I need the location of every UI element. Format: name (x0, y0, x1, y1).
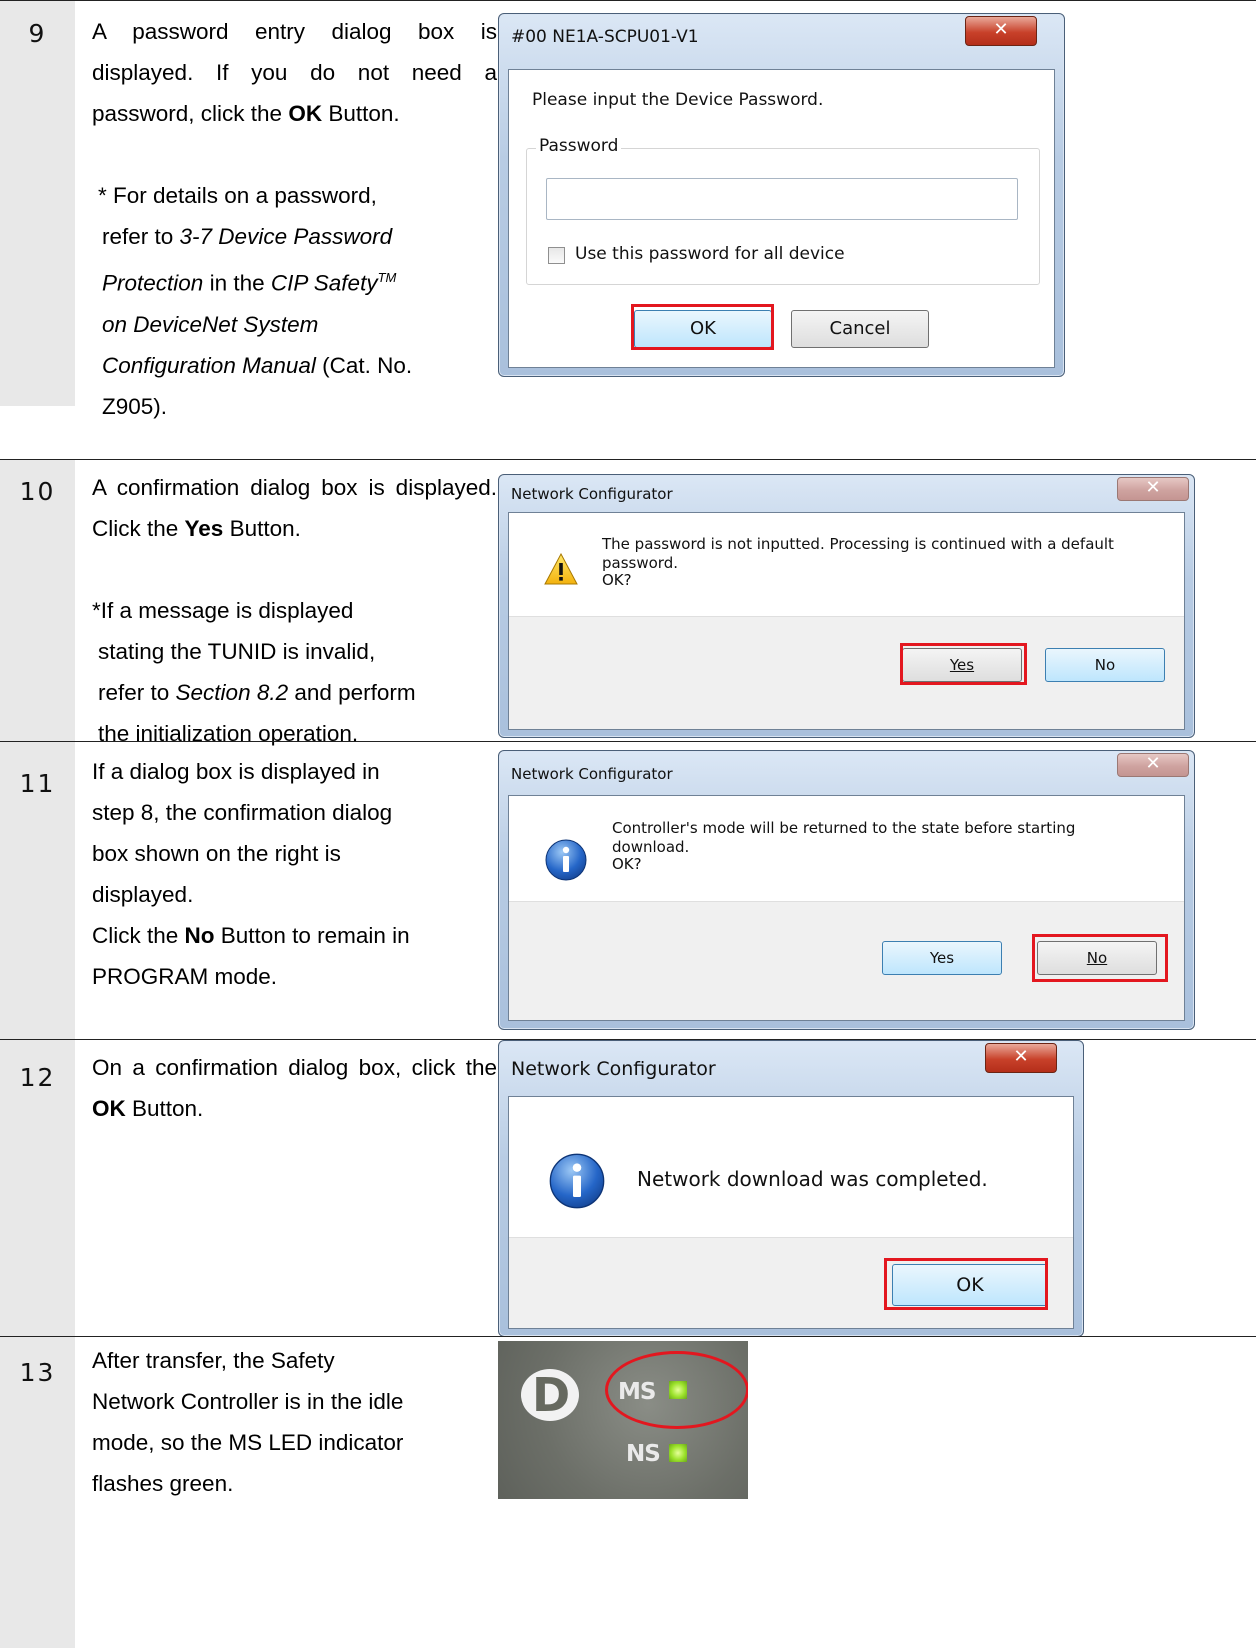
step-number: 11 (19, 769, 56, 798)
instruction-paragraph: A confirmation dialog box is displayed. … (92, 475, 497, 541)
controller-led-photo: D MS NS (498, 1341, 748, 1499)
step-number: 13 (19, 1358, 56, 1387)
warning-icon (544, 552, 578, 585)
instruction-line: box shown on the right is (92, 841, 341, 866)
no-button-highlight (1032, 934, 1168, 982)
confirmation-dialog: Network Configurator ✕ The password is n… (498, 474, 1195, 738)
ns-led (669, 1444, 687, 1462)
dialog-message-line-1: Controller's mode will be returned to th… (612, 819, 1076, 837)
cancel-button[interactable]: Cancel (791, 310, 929, 348)
close-button[interactable]: ✕ (985, 1043, 1057, 1073)
dialog-message-line-3: OK? (602, 571, 632, 589)
instruction-paragraph: A password entry dialog box is displayed… (92, 19, 497, 126)
step-instructions: On a confirmation dialog box, click the … (92, 1047, 497, 1129)
dialog-message-line-2: download. (612, 838, 690, 856)
controller-logo-letter: D (532, 1368, 571, 1422)
info-icon (545, 839, 587, 886)
ns-label: NS (626, 1441, 661, 1467)
password-group-label: Password (536, 136, 622, 156)
dialog-body: Please input the Device Password. Passwo… (508, 69, 1055, 368)
step-number: 10 (19, 477, 56, 506)
step-instructions: A confirmation dialog box is displayed. … (92, 467, 497, 754)
instruction-line: PROGRAM mode. (92, 964, 278, 989)
ok-button-highlight (631, 304, 774, 350)
password-dialog: #00 NE1A-SCPU01-V1 ✕ Please input the De… (498, 13, 1065, 377)
dialog-message: Network download was completed. (637, 1167, 988, 1191)
instruction-paragraph: On a confirmation dialog box, click the … (92, 1055, 497, 1121)
dialog-message-line-1: The password is not inputted. Processing… (602, 535, 1114, 553)
yes-button-highlight (900, 643, 1027, 685)
password-note: * For details on a password, refer to 3-… (98, 183, 413, 419)
step-instructions: A password entry dialog box is displayed… (92, 11, 497, 427)
close-button[interactable]: ✕ (1117, 477, 1189, 501)
password-input[interactable] (546, 178, 1018, 220)
download-complete-dialog: Network Configurator ✕ Network download … (498, 1040, 1084, 1337)
all-device-checkbox[interactable] (548, 247, 565, 264)
step-12: 12 On a confirmation dialog box, click t… (0, 1039, 1256, 1337)
instruction-line: displayed. (92, 882, 194, 907)
close-button[interactable]: ✕ (965, 16, 1037, 46)
close-button[interactable]: ✕ (1117, 753, 1189, 777)
instruction-line: If a dialog box is displayed in (92, 759, 380, 784)
instruction-line: After transfer, the Safety (92, 1348, 335, 1373)
step-9: 9 A password entry dialog box is display… (0, 0, 1256, 419)
instruction-line: Click the No Button to remain in (92, 923, 410, 948)
all-device-checkbox-label: Use this password for all device (575, 244, 845, 264)
dialog-body: The password is not inputted. Processing… (508, 512, 1185, 730)
tunid-note: *If a message is displayed stating the T… (92, 598, 416, 746)
ok-button-highlight (884, 1258, 1048, 1310)
dialog-message-line-2: password. (602, 554, 678, 572)
instruction-line: Network Controller is in the idle (92, 1389, 404, 1414)
no-button[interactable]: No (1045, 648, 1165, 682)
dialog-body: Controller's mode will be returned to th… (508, 795, 1185, 1021)
dialog-title: Network Configurator (511, 765, 673, 783)
step-11: 11 If a dialog box is displayed in step … (0, 741, 1256, 1040)
step-10: 10 A confirmation dialog box is displaye… (0, 459, 1256, 746)
yes-button[interactable]: Yes (882, 941, 1002, 975)
info-icon (549, 1153, 605, 1214)
dialog-message-line-3: OK? (612, 855, 642, 873)
instruction-line: mode, so the MS LED indicator (92, 1430, 404, 1455)
dialog-title: #00 NE1A-SCPU01-V1 (511, 27, 699, 47)
step-instructions: If a dialog box is displayed in step 8, … (92, 751, 497, 997)
dialog-title: Network Configurator (511, 1058, 716, 1080)
instruction-line: step 8, the confirmation dialog (92, 800, 393, 825)
step-number-column (0, 1, 75, 406)
mode-confirmation-dialog: Network Configurator ✕ Controller's mode… (498, 750, 1195, 1030)
ms-led-highlight (605, 1351, 748, 1429)
step-number: 12 (19, 1063, 56, 1092)
step-number: 9 (28, 19, 47, 48)
password-prompt: Please input the Device Password. (532, 90, 824, 110)
dialog-title: Network Configurator (511, 485, 673, 503)
step-instructions: After transfer, the Safety Network Contr… (92, 1340, 497, 1504)
instruction-line: flashes green. (92, 1471, 234, 1496)
